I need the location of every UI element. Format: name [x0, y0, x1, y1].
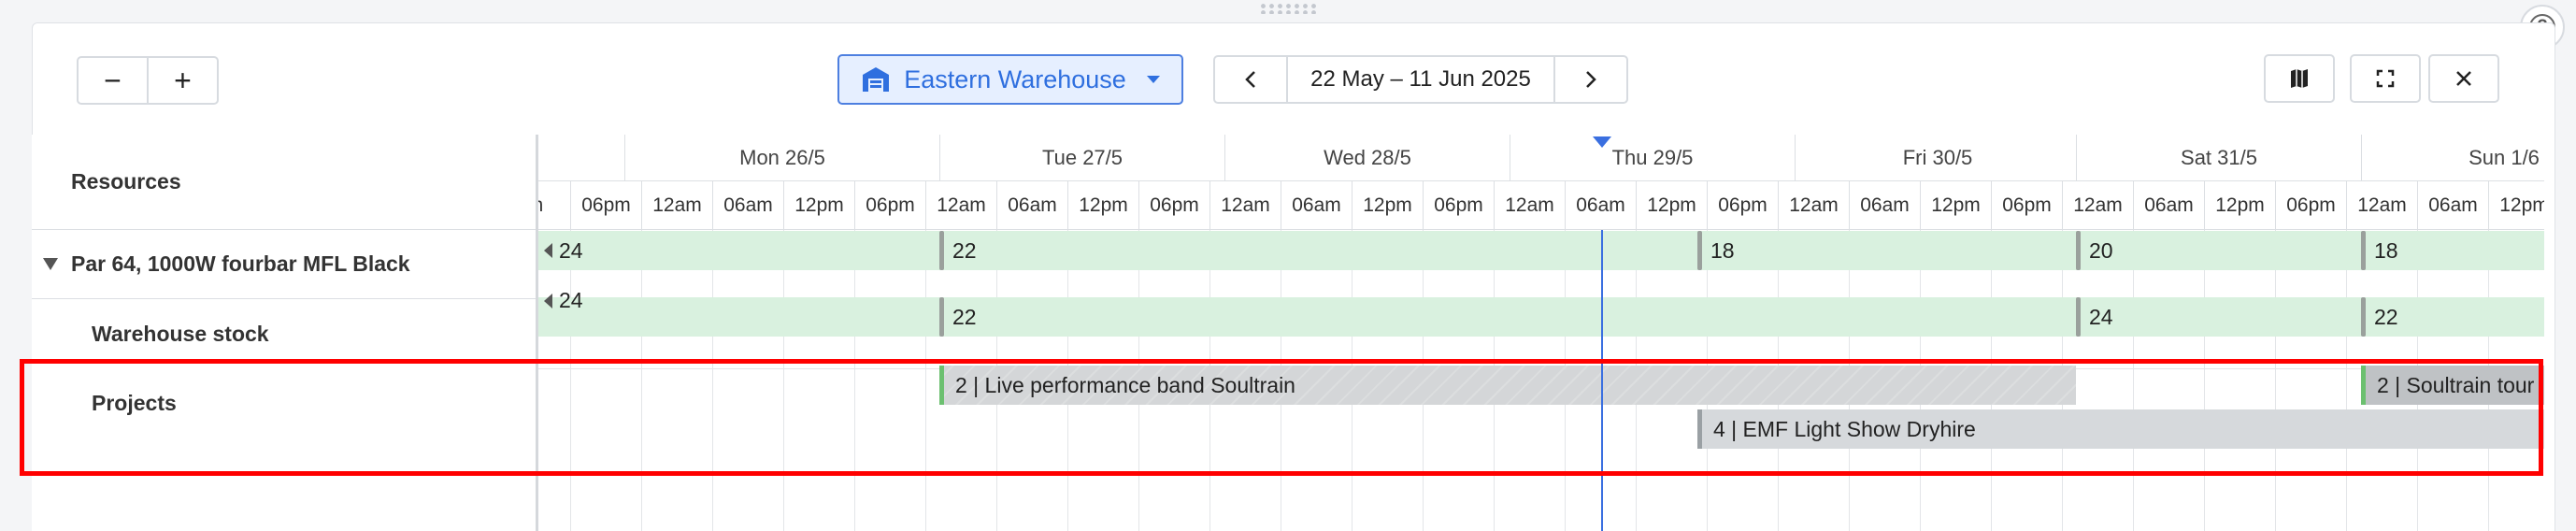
availability-bar-par64	[538, 231, 2544, 270]
warehouse-label: Eastern Warehouse	[904, 65, 1126, 93]
availability-value: 22	[2374, 305, 2398, 329]
day-header: Wed 28/5	[1224, 135, 1510, 181]
current-time-marker	[1593, 136, 1611, 148]
time-slot-label: m	[538, 181, 570, 230]
time-slot-label: 12am	[1778, 181, 1849, 230]
map-button[interactable]	[2264, 54, 2335, 103]
day-header: Sun 1/6	[2361, 135, 2544, 181]
time-slot-label: 06pm	[1138, 181, 1209, 230]
time-slot-label: 12am	[2062, 181, 2133, 230]
availability-value: 18	[1710, 238, 1735, 263]
date-navigator: 22 May – 11 Jun 2025	[1213, 55, 1628, 104]
fullscreen-icon	[2376, 69, 2395, 88]
time-slot-label: 06am	[1281, 181, 1352, 230]
resource-row-warehouse-stock[interactable]: Warehouse stock	[32, 299, 536, 368]
day-header: Thu 29/5	[1510, 135, 1795, 181]
day-header: Tue 27/5	[939, 135, 1224, 181]
time-slot-label: 06pm	[2275, 181, 2346, 230]
resource-label: Warehouse stock	[92, 321, 269, 346]
zoom-out-button[interactable]: −	[79, 58, 147, 103]
time-slot-label: 06pm	[1423, 181, 1494, 230]
availability-tick	[2361, 297, 2366, 337]
availability-value: 24	[2089, 305, 2113, 329]
time-slot-label: 12am	[1494, 181, 1565, 230]
time-slot-label: 06pm	[854, 181, 925, 230]
availability-tick	[2076, 297, 2081, 337]
time-slot-label: 06am	[2417, 181, 2488, 230]
close-button[interactable]	[2428, 54, 2499, 103]
scroll-left-icon	[544, 294, 552, 309]
day-header: Fri 30/5	[1795, 135, 2080, 181]
availability-value: 22	[952, 305, 977, 329]
day-header: Sat 31/5	[2076, 135, 2361, 181]
time-slot-label: 12am	[925, 181, 996, 230]
time-slot-label: 12pm	[2204, 181, 2275, 230]
chevron-down-icon	[1146, 76, 1160, 83]
time-header-row: m06pm12am06am12pm06pm12am06am12pm06pm12a…	[538, 181, 2544, 230]
selection-highlight	[20, 359, 2543, 476]
next-period-button[interactable]	[1555, 57, 1626, 102]
time-slot-label: 06am	[2133, 181, 2204, 230]
fullscreen-button[interactable]	[2350, 54, 2421, 103]
day-header: Mon 26/5	[624, 135, 939, 181]
time-slot-label: 12pm	[1636, 181, 1707, 230]
scroll-left-icon	[544, 243, 552, 258]
availability-tick	[2361, 231, 2366, 270]
availability-value: 24	[559, 288, 583, 312]
time-slot-label: 12pm	[1067, 181, 1138, 230]
availability-value: 22	[952, 238, 977, 263]
time-slot-label: 06am	[1565, 181, 1636, 230]
map-icon	[2291, 69, 2308, 88]
resource-label: Par 64, 1000W fourbar MFL Black	[71, 251, 410, 276]
time-slot-label: 12am	[2346, 181, 2417, 230]
resource-row-par64[interactable]: Par 64, 1000W fourbar MFL Black	[32, 230, 536, 299]
time-slot-label: 12am	[1209, 181, 1281, 230]
collapse-triangle-icon[interactable]	[43, 258, 58, 270]
zoom-controls: − +	[77, 56, 219, 105]
availability-tick	[939, 231, 944, 270]
time-slot-label: 06am	[712, 181, 783, 230]
time-slot-label: 06pm	[1991, 181, 2062, 230]
close-icon	[2456, 71, 2471, 86]
time-slot-label: 06am	[1849, 181, 1920, 230]
availability-tick	[939, 297, 944, 337]
date-range-label[interactable]: 22 May – 11 Jun 2025	[1286, 57, 1555, 102]
availability-tick	[2076, 231, 2081, 270]
time-slot-label: 06pm	[570, 181, 641, 230]
time-slot-label: 06am	[996, 181, 1067, 230]
time-slot-label: 12pm	[1920, 181, 1991, 230]
availability-value: 18	[2374, 238, 2398, 263]
time-slot-label: 12pm	[2488, 181, 2544, 230]
day-header-row: Mon 26/5 Tue 27/5 Wed 28/5 Thu 29/5 Fri 30/5…	[538, 135, 2544, 181]
availability-value: 24	[559, 238, 583, 263]
prev-period-button[interactable]	[1215, 57, 1286, 102]
availability-tick	[1697, 231, 1702, 270]
warehouse-select[interactable]: Eastern Warehouse	[837, 54, 1183, 105]
drag-handle[interactable]	[1259, 3, 1317, 14]
warehouse-icon	[863, 67, 890, 92]
zoom-in-button[interactable]: +	[147, 58, 217, 103]
time-slot-label: 06pm	[1707, 181, 1778, 230]
availability-bar-warehouse	[538, 297, 2544, 337]
resources-header: Resources	[32, 135, 536, 230]
time-slot-label: 12pm	[1352, 181, 1423, 230]
availability-value: 20	[2089, 238, 2113, 263]
time-slot-label: 12pm	[783, 181, 854, 230]
chevron-right-icon	[1586, 71, 1596, 88]
chevron-left-icon	[1245, 71, 1255, 88]
time-slot-label: 12am	[641, 181, 712, 230]
